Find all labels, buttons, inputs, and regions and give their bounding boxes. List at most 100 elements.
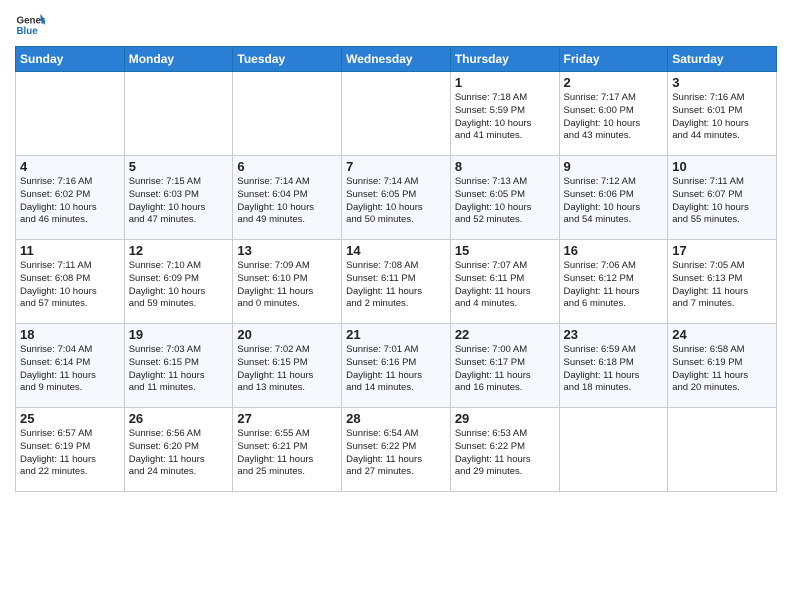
day-number: 4 (20, 159, 120, 174)
day-number: 6 (237, 159, 337, 174)
day-info: Sunrise: 7:18 AMSunset: 5:59 PMDaylight:… (455, 92, 555, 143)
day-number: 15 (455, 243, 555, 258)
day-number: 14 (346, 243, 446, 258)
day-number: 19 (129, 327, 229, 342)
day-number: 2 (564, 75, 664, 90)
day-number: 11 (20, 243, 120, 258)
day-info: Sunrise: 7:08 AMSunset: 6:11 PMDaylight:… (346, 260, 446, 311)
calendar-cell (16, 72, 125, 156)
page: General Blue SundayMondayTuesdayWednesda… (0, 0, 792, 502)
day-info: Sunrise: 7:16 AMSunset: 6:01 PMDaylight:… (672, 92, 772, 143)
weekday-header: Monday (124, 47, 233, 72)
weekday-header: Sunday (16, 47, 125, 72)
calendar-cell: 12 Sunrise: 7:10 AMSunset: 6:09 PMDayligh… (124, 240, 233, 324)
day-number: 9 (564, 159, 664, 174)
day-number: 5 (129, 159, 229, 174)
calendar-cell: 3 Sunrise: 7:16 AMSunset: 6:01 PMDaylight… (668, 72, 777, 156)
calendar-cell (342, 72, 451, 156)
calendar-cell: 5 Sunrise: 7:15 AMSunset: 6:03 PMDaylight… (124, 156, 233, 240)
day-info: Sunrise: 6:56 AMSunset: 6:20 PMDaylight:… (129, 428, 229, 479)
calendar-cell: 18 Sunrise: 7:04 AMSunset: 6:14 PMDayligh… (16, 324, 125, 408)
day-number: 21 (346, 327, 446, 342)
weekday-header: Thursday (450, 47, 559, 72)
day-number: 17 (672, 243, 772, 258)
weekday-header: Tuesday (233, 47, 342, 72)
calendar-cell: 2 Sunrise: 7:17 AMSunset: 6:00 PMDaylight… (559, 72, 668, 156)
day-info: Sunrise: 7:16 AMSunset: 6:02 PMDaylight:… (20, 176, 120, 227)
day-number: 23 (564, 327, 664, 342)
calendar-cell (233, 72, 342, 156)
calendar-cell: 4 Sunrise: 7:16 AMSunset: 6:02 PMDaylight… (16, 156, 125, 240)
day-info: Sunrise: 6:59 AMSunset: 6:18 PMDaylight:… (564, 344, 664, 395)
logo-icon: General Blue (15, 10, 45, 40)
day-info: Sunrise: 7:14 AMSunset: 6:05 PMDaylight:… (346, 176, 446, 227)
weekday-header: Wednesday (342, 47, 451, 72)
calendar-cell: 23 Sunrise: 6:59 AMSunset: 6:18 PMDayligh… (559, 324, 668, 408)
day-number: 29 (455, 411, 555, 426)
svg-text:Blue: Blue (17, 26, 39, 37)
calendar-cell (668, 408, 777, 492)
day-info: Sunrise: 6:54 AMSunset: 6:22 PMDaylight:… (346, 428, 446, 479)
calendar-cell: 20Sunrise: 7:02 AMSunset: 6:15 PMDayligh… (233, 324, 342, 408)
calendar-cell: 29 Sunrise: 6:53 AMSunset: 6:22 PMDayligh… (450, 408, 559, 492)
day-number: 26 (129, 411, 229, 426)
day-number: 3 (672, 75, 772, 90)
day-info: Sunrise: 7:06 AMSunset: 6:12 PMDaylight:… (564, 260, 664, 311)
calendar-cell: 16 Sunrise: 7:06 AMSunset: 6:12 PMDayligh… (559, 240, 668, 324)
day-number: 1 (455, 75, 555, 90)
day-number: 27 (237, 411, 337, 426)
weekday-header: Friday (559, 47, 668, 72)
day-info: Sunrise: 7:00 AMSunset: 6:17 PMDaylight:… (455, 344, 555, 395)
day-number: 24 (672, 327, 772, 342)
day-number: 25 (20, 411, 120, 426)
calendar-cell (124, 72, 233, 156)
day-info: Sunrise: 7:13 AMSunset: 6:05 PMDaylight:… (455, 176, 555, 227)
day-number: 16 (564, 243, 664, 258)
calendar-cell: 6 Sunrise: 7:14 AMSunset: 6:04 PMDaylight… (233, 156, 342, 240)
calendar-cell: 26 Sunrise: 6:56 AMSunset: 6:20 PMDayligh… (124, 408, 233, 492)
day-info: Sunrise: 6:55 AMSunset: 6:21 PMDaylight:… (237, 428, 337, 479)
weekday-header: Saturday (668, 47, 777, 72)
calendar-week-row: 25Sunrise: 6:57 AMSunset: 6:19 PMDayligh… (16, 408, 777, 492)
calendar-cell: 9 Sunrise: 7:12 AMSunset: 6:06 PMDaylight… (559, 156, 668, 240)
day-number: 13 (237, 243, 337, 258)
day-info: Sunrise: 7:09 AMSunset: 6:10 PMDaylight:… (237, 260, 337, 311)
calendar-cell: 15 Sunrise: 7:07 AMSunset: 6:11 PMDayligh… (450, 240, 559, 324)
day-number: 7 (346, 159, 446, 174)
day-info: Sunrise: 7:05 AMSunset: 6:13 PMDaylight:… (672, 260, 772, 311)
calendar-cell: 28 Sunrise: 6:54 AMSunset: 6:22 PMDayligh… (342, 408, 451, 492)
calendar-cell: 21 Sunrise: 7:01 AMSunset: 6:16 PMDayligh… (342, 324, 451, 408)
day-info: Sunrise: 7:11 AMSunset: 6:08 PMDaylight:… (20, 260, 120, 311)
calendar-cell: 14 Sunrise: 7:08 AMSunset: 6:11 PMDayligh… (342, 240, 451, 324)
calendar-week-row: 4 Sunrise: 7:16 AMSunset: 6:02 PMDaylight… (16, 156, 777, 240)
day-info: Sunrise: 7:14 AMSunset: 6:04 PMDaylight:… (237, 176, 337, 227)
calendar-cell: 25Sunrise: 6:57 AMSunset: 6:19 PMDayligh… (16, 408, 125, 492)
day-number: 28 (346, 411, 446, 426)
day-info: Sunrise: 6:58 AMSunset: 6:19 PMDaylight:… (672, 344, 772, 395)
calendar-cell: 17 Sunrise: 7:05 AMSunset: 6:13 PMDayligh… (668, 240, 777, 324)
calendar-cell: 11 Sunrise: 7:11 AMSunset: 6:08 PMDayligh… (16, 240, 125, 324)
calendar-week-row: 1 Sunrise: 7:18 AMSunset: 5:59 PMDaylight… (16, 72, 777, 156)
day-info: Sunrise: 6:53 AMSunset: 6:22 PMDaylight:… (455, 428, 555, 479)
header: General Blue (15, 10, 777, 40)
day-number: 12 (129, 243, 229, 258)
calendar-cell: 1 Sunrise: 7:18 AMSunset: 5:59 PMDaylight… (450, 72, 559, 156)
day-info: Sunrise: 7:12 AMSunset: 6:06 PMDaylight:… (564, 176, 664, 227)
calendar-cell: 10Sunrise: 7:11 AMSunset: 6:07 PMDayligh… (668, 156, 777, 240)
day-number: 8 (455, 159, 555, 174)
day-number: 18 (20, 327, 120, 342)
day-info: Sunrise: 7:17 AMSunset: 6:00 PMDaylight:… (564, 92, 664, 143)
calendar-cell: 27 Sunrise: 6:55 AMSunset: 6:21 PMDayligh… (233, 408, 342, 492)
calendar-week-row: 11 Sunrise: 7:11 AMSunset: 6:08 PMDayligh… (16, 240, 777, 324)
day-info: Sunrise: 7:10 AMSunset: 6:09 PMDaylight:… (129, 260, 229, 311)
day-number: 10 (672, 159, 772, 174)
calendar-header-row: SundayMondayTuesdayWednesdayThursdayFrid… (16, 47, 777, 72)
calendar-week-row: 18 Sunrise: 7:04 AMSunset: 6:14 PMDayligh… (16, 324, 777, 408)
day-info: Sunrise: 7:04 AMSunset: 6:14 PMDaylight:… (20, 344, 120, 395)
day-info: Sunrise: 7:15 AMSunset: 6:03 PMDaylight:… (129, 176, 229, 227)
day-number: 20 (237, 327, 337, 342)
calendar-cell: 13 Sunrise: 7:09 AMSunset: 6:10 PMDayligh… (233, 240, 342, 324)
day-info: Sunrise: 7:01 AMSunset: 6:16 PMDaylight:… (346, 344, 446, 395)
day-number: 22 (455, 327, 555, 342)
day-info: Sunrise: 7:07 AMSunset: 6:11 PMDaylight:… (455, 260, 555, 311)
